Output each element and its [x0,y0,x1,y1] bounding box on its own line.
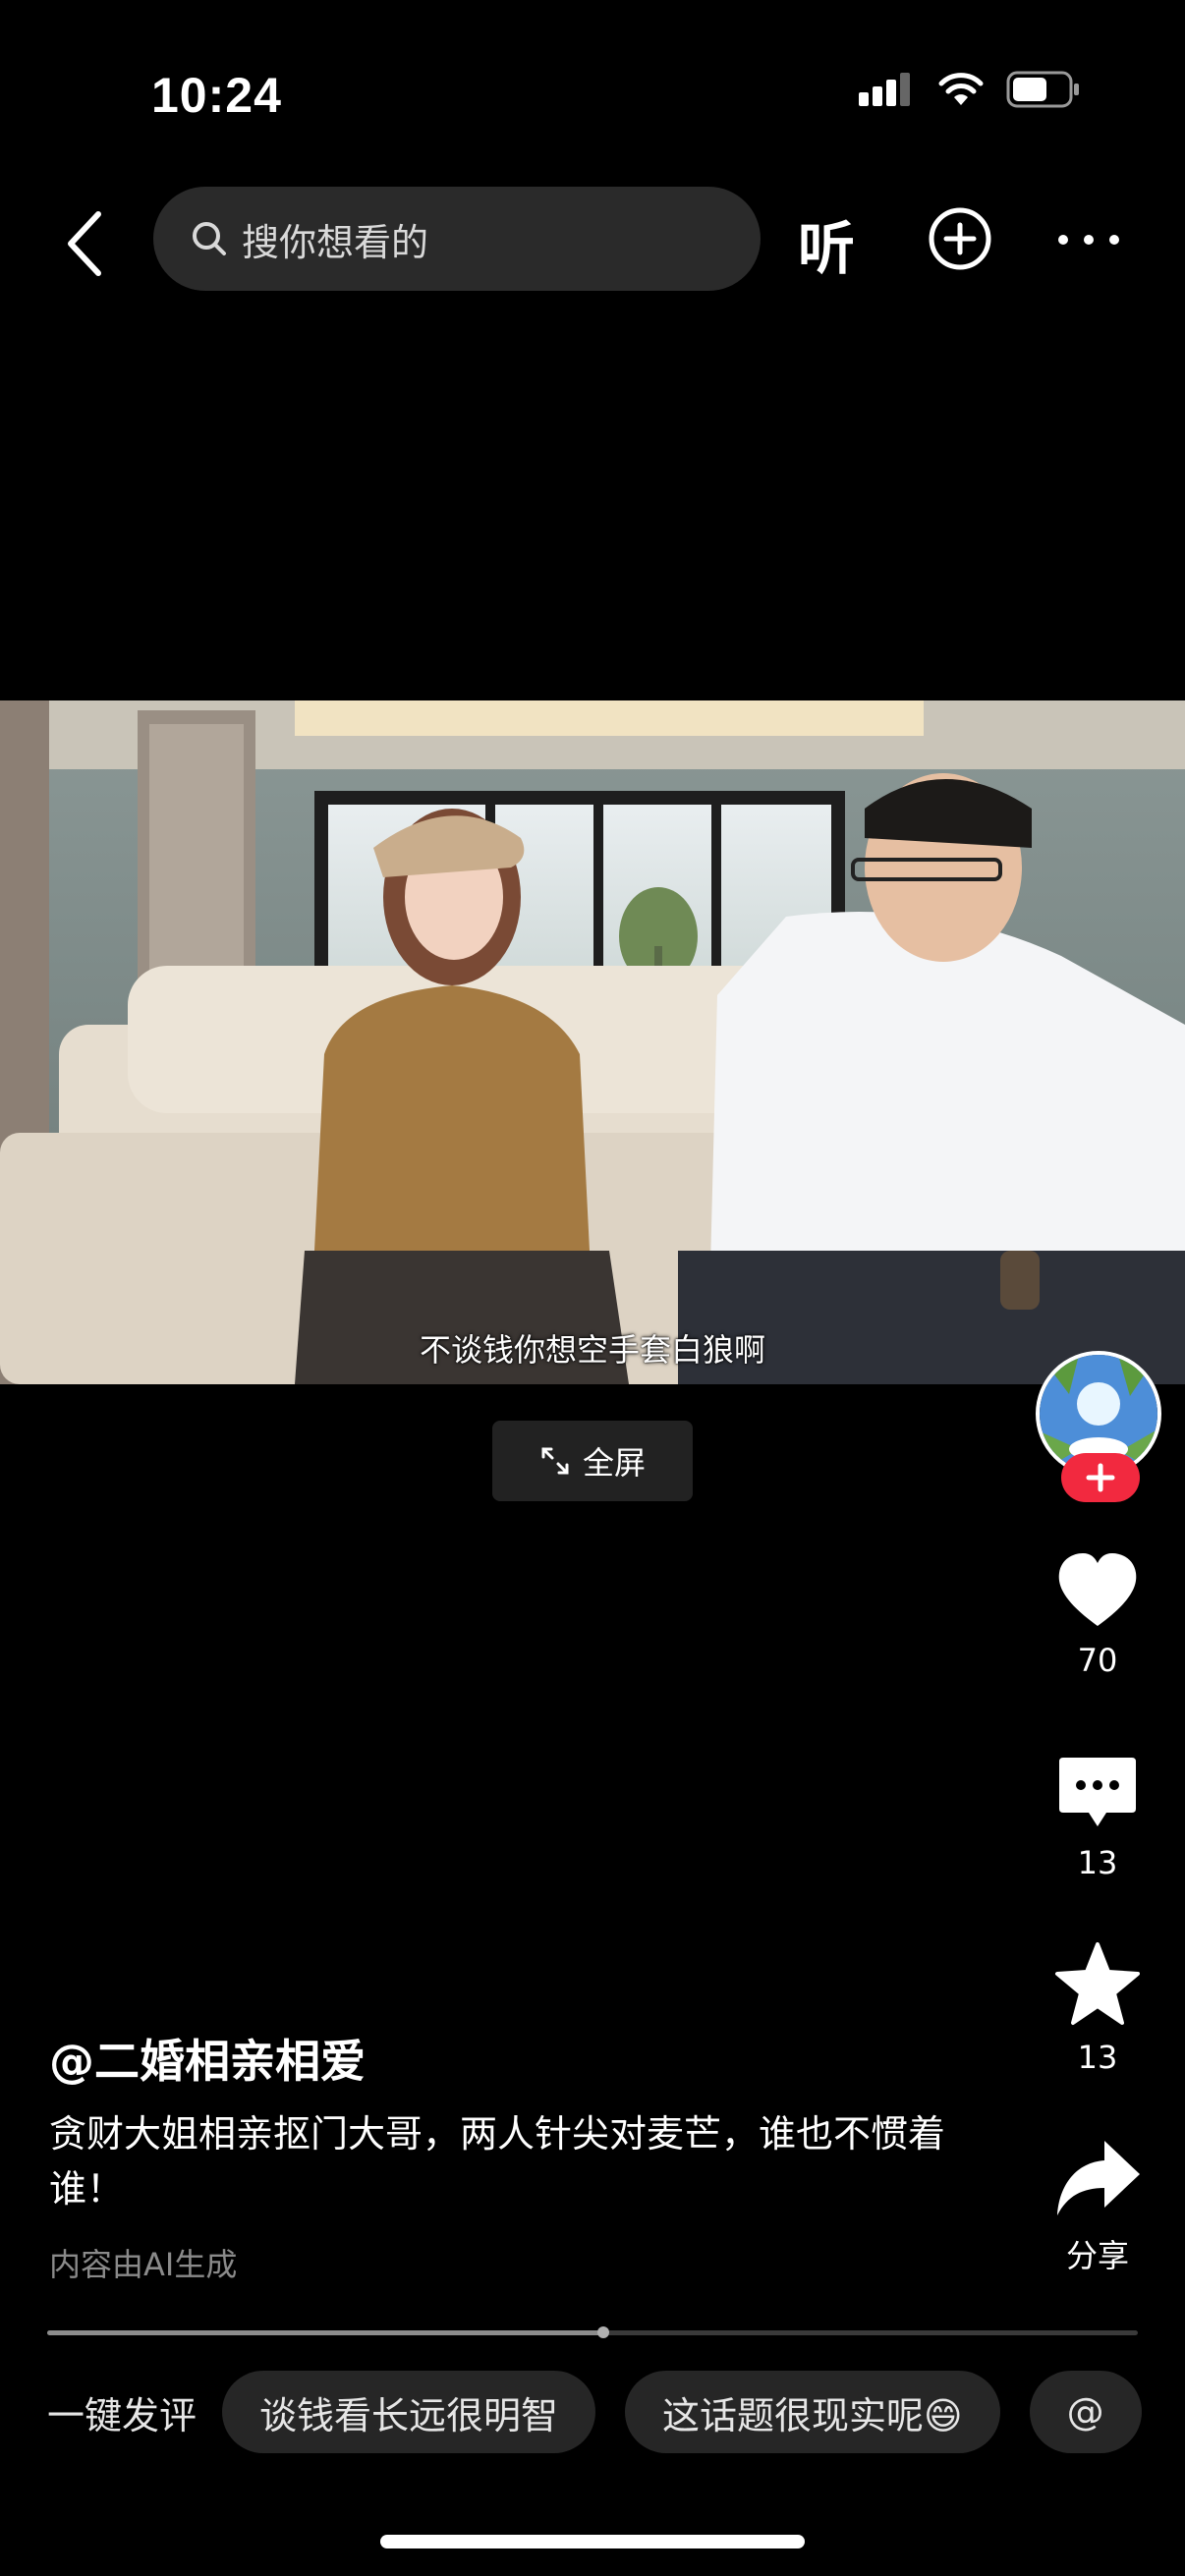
quick-comment-chip[interactable]: 这话题很现实呢😄 [625,2371,1000,2453]
search-icon [193,222,226,255]
listen-button[interactable]: 听 [798,202,855,285]
quick-comment-label: 一键发评 [47,2393,198,2437]
fullscreen-icon [541,1447,569,1475]
video-progress-knob[interactable] [597,2326,610,2338]
top-bar: 搜你想看的 听 [0,187,1185,295]
video-player[interactable]: 不谈钱你想空手套白狼啊 [0,700,1185,1384]
status-bar: 10:24 [0,0,1185,187]
author-name[interactable]: @二婚相亲相爱 [49,2026,366,2091]
like-action[interactable]: 70 [1024,1551,1171,1679]
video-frame [0,700,1185,1384]
video-progress-bar[interactable] [47,2326,1138,2338]
share-icon [1057,2141,1140,2215]
favorite-action[interactable]: 13 [1024,1940,1171,2076]
favorite-count: 13 [1077,2039,1118,2076]
search-placeholder: 搜你想看的 [242,220,429,264]
post-description: 贪财大姐相亲抠门大哥，两人针尖对麦芒，谁也不惯着谁！ [49,2112,946,2211]
status-icons [859,71,1081,108]
fullscreen-button[interactable]: 全屏 [492,1421,693,1501]
quick-comment-chip[interactable]: @ [1029,2371,1142,2453]
star-icon [1055,1942,1140,2025]
quick-comment-chip[interactable]: 谈钱看长远很明智 [222,2371,596,2453]
follow-plus-icon [1086,1463,1115,1492]
comment-action[interactable]: 13 [1024,1754,1171,1881]
status-time: 10:24 [151,68,282,123]
share-label: 分享 [1065,2237,1129,2274]
wifi-icon [938,73,984,105]
comment-icon [1059,1758,1136,1826]
video-progress-fill [47,2330,604,2335]
cellular-signal-icon [859,73,910,106]
search-bar[interactable]: 搜你想看的 [153,187,761,291]
ai-generated-note: 内容由AI生成 [49,2246,238,2283]
video-subtitle: 不谈钱你想空手套白狼啊 [419,1331,765,1369]
more-icon[interactable] [1057,232,1120,248]
back-icon[interactable] [57,204,120,283]
home-indicator[interactable] [380,2535,805,2548]
like-count: 70 [1077,1642,1118,1679]
share-action[interactable]: 分享 [1024,2137,1171,2276]
follow-button[interactable] [1061,1453,1140,1502]
add-icon[interactable] [928,206,992,271]
battery-icon [1006,71,1079,108]
heart-icon [1058,1553,1137,1626]
quick-comment-row: 一键发评 谈钱看长远很明智 这话题很现实呢😄 @ [47,2370,1171,2454]
fullscreen-label: 全屏 [582,1444,646,1482]
comment-count: 13 [1077,1844,1118,1881]
